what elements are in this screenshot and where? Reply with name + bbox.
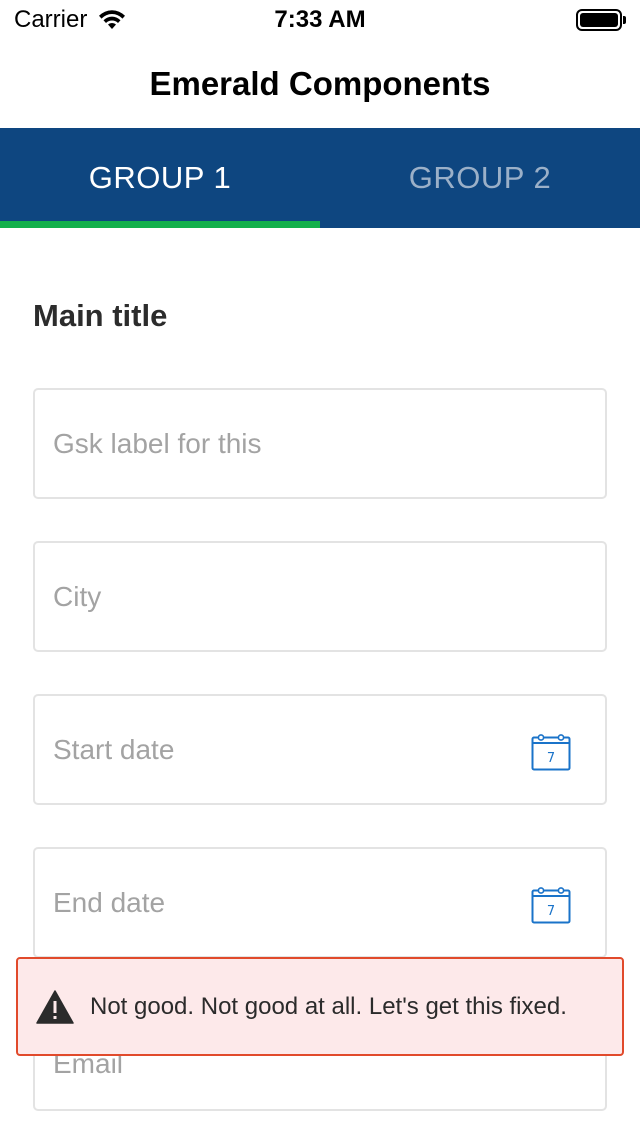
nav-title: Emerald Components — [149, 65, 491, 102]
calendar-icon[interactable]: 7 — [531, 733, 571, 771]
field-placeholder: End date — [53, 886, 166, 918]
calendar-day: 7 — [547, 904, 555, 919]
main-title: Main title — [33, 298, 168, 333]
warning-icon — [36, 989, 74, 1024]
status-left: Carrier — [14, 6, 127, 34]
wifi-icon — [99, 10, 126, 29]
calendar-day: 7 — [547, 751, 555, 766]
battery-icon — [576, 9, 626, 31]
field-placeholder: City — [53, 580, 102, 612]
city-field[interactable]: City — [33, 541, 607, 652]
tab-label: GROUP 1 — [88, 160, 232, 195]
toast-message: Not good. Not good at all. Let's get thi… — [90, 992, 567, 1020]
tab-group-2[interactable]: GROUP 2 — [320, 128, 640, 228]
error-toast[interactable]: Not good. Not good at all. Let's get thi… — [16, 957, 624, 1056]
field-placeholder: Start date — [53, 733, 175, 765]
tab-label: GROUP 2 — [408, 160, 552, 195]
tab-group-1[interactable]: GROUP 1 — [0, 128, 320, 228]
calendar-icon[interactable]: 7 — [531, 886, 571, 924]
gsk-label-field[interactable]: Gsk label for this — [33, 388, 607, 499]
status-bar: Carrier 7:33 AM — [0, 0, 640, 40]
carrier-label: Carrier — [14, 6, 88, 33]
start-date-field[interactable]: Start date 7 — [33, 694, 607, 805]
tab-bar: GROUP 1 GROUP 2 — [0, 128, 640, 228]
end-date-field[interactable]: End date 7 — [33, 847, 607, 958]
active-tab-indicator — [0, 221, 320, 228]
app-screen: Carrier 7:33 AM Emerald Components GROUP… — [0, 0, 640, 1136]
field-placeholder: Gsk label for this — [53, 427, 262, 459]
